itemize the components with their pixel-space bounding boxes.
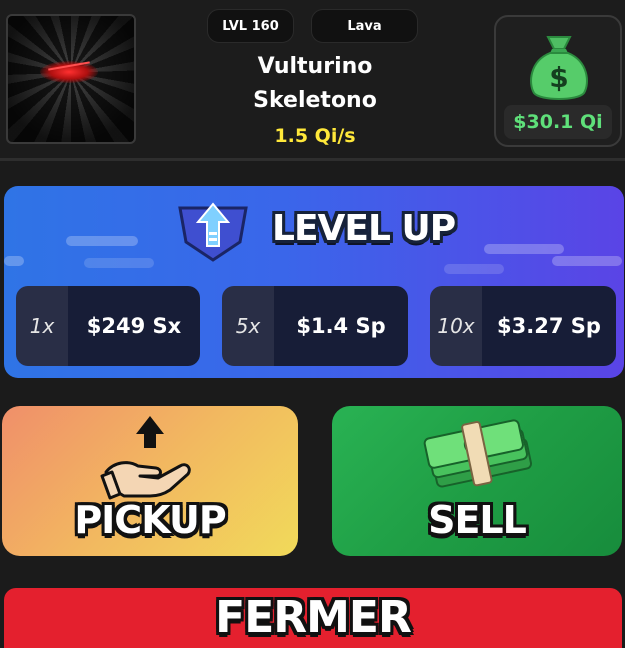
level-up-arrow-icon [178, 202, 248, 262]
income-rate: 1.5 Qi/s [274, 125, 356, 147]
sell-button[interactable]: SELL [332, 406, 622, 556]
level-up-5x-button[interactable]: 5x $1.4 Sp [222, 286, 408, 366]
pickup-button[interactable]: PICKUP [2, 406, 298, 556]
pickup-label: PICKUP [74, 498, 226, 542]
multiplier-label: 5x [222, 286, 274, 366]
level-up-1x-button[interactable]: 1x $249 Sx [16, 286, 200, 366]
pet-name-line1: Vulturino [257, 54, 373, 79]
close-label: FERMER [215, 592, 412, 643]
pet-creature-image [40, 61, 98, 83]
cash-stack-icon [423, 419, 533, 488]
close-button[interactable]: FERMER [4, 588, 622, 648]
sell-value-amount: $30.1 Qi [504, 105, 612, 139]
mutation-badge: Lava [311, 9, 418, 43]
svg-text:$: $ [549, 61, 568, 94]
money-bag-icon: $ [530, 36, 588, 100]
level-up-price: $1.4 Sp [296, 314, 386, 338]
hand-pickup-icon [100, 416, 191, 500]
multiplier-label: 1x [16, 286, 68, 366]
level-up-title: LEVEL UP [272, 208, 456, 249]
level-up-panel: LEVEL UP 1x $249 Sx 5x $1.4 Sp 10x $3.27… [4, 186, 624, 378]
level-up-price: $249 Sx [86, 314, 182, 338]
pet-name-line2: Skeletono [253, 88, 377, 113]
multiplier-label: 10x [430, 286, 482, 366]
level-up-10x-button[interactable]: 10x $3.27 Sp [430, 286, 616, 366]
pet-thumbnail [6, 14, 136, 144]
pet-name: Vulturino Skeletono [190, 50, 440, 118]
level-badge: LVL 160 [207, 9, 294, 43]
level-up-price: $3.27 Sp [497, 314, 601, 338]
divider [0, 158, 625, 161]
sell-label: SELL [428, 498, 527, 542]
sell-value-card: $ $30.1 Qi [494, 15, 622, 147]
